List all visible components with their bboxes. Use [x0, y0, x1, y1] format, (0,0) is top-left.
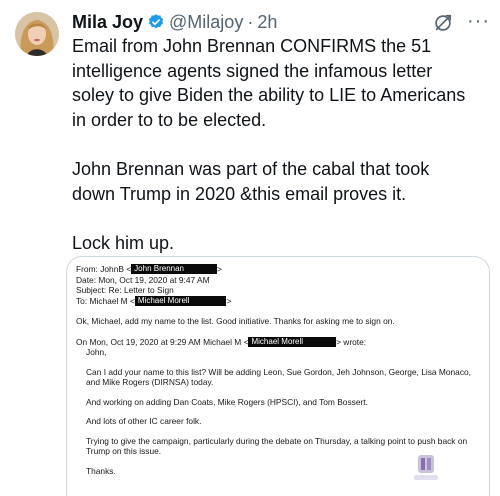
timestamp[interactable]: 2h: [257, 12, 277, 33]
tweet-line: John Brennan was part of the cabal that …: [72, 158, 430, 179]
tweet-line: Email from John Brennan CONFIRMS the 51: [72, 36, 432, 56]
tweet-line: soley to give Biden the ability to LIE t…: [72, 85, 466, 106]
quote-greeting: John,: [86, 347, 107, 357]
redaction: [306, 336, 337, 347]
email-screenshot: From: JohnB < John Brennan > Date: Mon, Oc…: [76, 264, 483, 476]
author-handle[interactable]: @Milajoy: [169, 12, 243, 33]
email-date: Date: Mon, Oct 19, 2020 at 9:47 AM: [76, 274, 210, 285]
watermark-logo: [414, 455, 438, 480]
email-subject: Subject: Re: Letter to Sign: [76, 285, 174, 295]
more-icon[interactable]: ···: [467, 10, 490, 33]
tweet-header: Mila Joy @Milajoy · 2h ···: [72, 10, 490, 34]
email-quote-header: On Mon, Oct 19, 2020 at 9:29 AM Michael …: [76, 336, 367, 347]
tweet-line: in order to to be elected.: [72, 109, 267, 130]
avatar-photo: [15, 12, 59, 56]
grok-icon[interactable]: [432, 12, 454, 34]
redaction: John Brennan: [131, 264, 187, 274]
redaction: [187, 264, 217, 274]
email-from: From: JohnB < John Brennan >: [76, 264, 222, 274]
media-image[interactable]: From: JohnB < John Brennan > Date: Mon, Oc…: [66, 256, 490, 496]
email-to: To: Michael M < Michael Morell >: [76, 295, 232, 306]
author-name[interactable]: Mila Joy: [72, 12, 143, 33]
redaction: Michael Morell: [248, 336, 307, 347]
avatar[interactable]: [15, 12, 59, 56]
tweet-line: intelligence agents signed the infamous …: [72, 60, 433, 81]
tweet-line: Lock him up.: [72, 232, 175, 253]
verified-badge-icon: [147, 13, 165, 31]
quote-paragraph: Can I add your name to this list? Will b…: [86, 366, 472, 388]
quote-paragraph: And lots of other IC career folk.: [86, 416, 202, 426]
separator-dot: ·: [247, 11, 254, 32]
redaction: [192, 295, 227, 306]
quote-paragraph: And working on adding Dan Coats, Mike Ro…: [86, 396, 368, 407]
redaction: Michael Morell: [134, 295, 193, 306]
email-reply: Ok, Michael, add my name to the list. Go…: [76, 316, 395, 326]
tweet-text: Email from John Brennan CONFIRMS the 51 …: [72, 34, 496, 255]
tweet-line: down Trump in 2020 &this email proves it…: [72, 183, 407, 204]
